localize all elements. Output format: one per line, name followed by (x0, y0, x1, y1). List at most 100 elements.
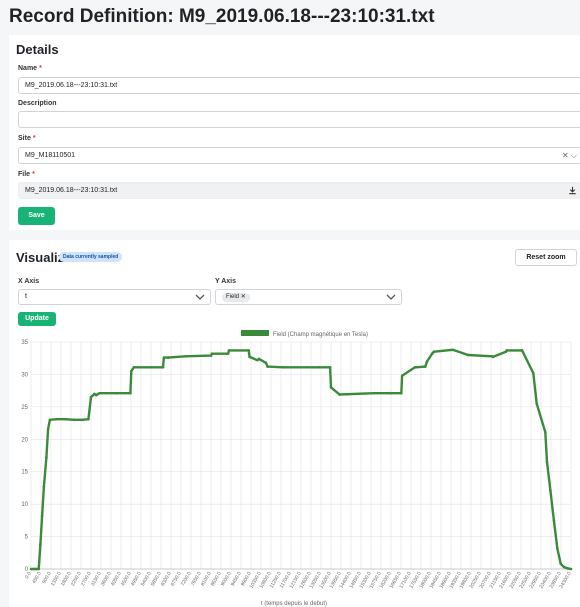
data-point[interactable] (63, 417, 67, 421)
data-point[interactable] (338, 393, 341, 396)
clear-and-chevron-icon[interactable]: ✕ ⌵ (562, 148, 577, 163)
description-label: Description (18, 100, 57, 107)
site-label: Site * (18, 135, 36, 142)
site-value: M9_M18110501 (25, 152, 76, 159)
data-point[interactable] (266, 365, 269, 368)
data-point[interactable] (432, 350, 436, 354)
data-point[interactable] (399, 391, 403, 395)
y-axis-label: Y Axis (215, 278, 237, 285)
data-point[interactable] (566, 567, 569, 570)
data-point[interactable] (451, 348, 455, 352)
y-tick-label: 20 (21, 437, 28, 443)
data-point[interactable] (34, 567, 38, 571)
data-point[interactable] (37, 567, 41, 571)
data-point[interactable] (531, 371, 535, 375)
x-axis-title: t (temps depuis le debut) (261, 601, 327, 607)
data-point[interactable] (72, 418, 76, 422)
data-point[interactable] (248, 355, 251, 359)
data-point[interactable] (562, 565, 566, 569)
chevron-down-icon (195, 294, 205, 300)
data-point[interactable] (430, 352, 434, 355)
data-point[interactable] (423, 365, 427, 368)
name-input[interactable]: M9_2019.06.18---23:10:31.txt (18, 77, 580, 94)
data-point[interactable] (129, 391, 132, 395)
data-point[interactable] (549, 489, 552, 492)
field-chip[interactable]: Field ✕ (222, 293, 250, 302)
data-point[interactable] (162, 356, 166, 359)
data-point[interactable] (505, 349, 509, 352)
site-select[interactable]: M9_M18110501 ✕ ⌵ (18, 147, 580, 164)
data-point[interactable] (257, 357, 261, 361)
data-point[interactable] (132, 365, 136, 369)
legend-swatch[interactable] (241, 330, 269, 336)
data-point[interactable] (414, 365, 418, 369)
chevron-down-icon (386, 294, 396, 300)
data-point[interactable] (559, 562, 563, 566)
data-point[interactable] (210, 352, 214, 355)
data-point[interactable] (94, 393, 98, 397)
data-point[interactable] (328, 365, 332, 369)
data-point[interactable] (400, 374, 404, 378)
save-button[interactable]: Save (18, 207, 55, 225)
y-tick-label: 5 (25, 535, 29, 541)
reset-zoom-button[interactable]: Reset zoom (515, 249, 577, 266)
visualize-card: Visualize Data currently sampled Reset z… (9, 240, 580, 607)
y-tick-label: 30 (21, 372, 28, 378)
data-point[interactable] (372, 391, 376, 395)
data-point[interactable] (48, 418, 52, 422)
data-point[interactable] (569, 567, 573, 571)
data-point[interactable] (166, 356, 170, 359)
data-point[interactable] (247, 349, 251, 352)
x-axis-label: X Axis (18, 278, 40, 285)
file-label: File * (18, 171, 35, 178)
x-axis-value: t (25, 293, 27, 300)
data-point[interactable] (281, 365, 285, 369)
data-point[interactable] (129, 369, 133, 373)
data-point[interactable] (491, 355, 495, 359)
data-point[interactable] (55, 417, 59, 421)
data-point[interactable] (40, 514, 44, 518)
data-point[interactable] (264, 361, 268, 365)
data-point[interactable] (425, 360, 429, 363)
data-point[interactable] (87, 417, 90, 421)
data-point[interactable] (552, 519, 556, 522)
data-point[interactable] (555, 546, 559, 550)
field-line-chart[interactable]: Field (Champ magnétique en Tesla) 051015… (9, 327, 580, 607)
y-tick-label: 35 (21, 340, 28, 346)
chip-remove-icon[interactable]: ✕ (241, 294, 246, 300)
data-point[interactable] (46, 427, 50, 431)
data-point[interactable] (149, 365, 153, 369)
y-tick-label: 15 (21, 470, 28, 476)
data-point[interactable] (183, 354, 187, 358)
data-point[interactable] (535, 402, 539, 405)
data-point[interactable] (39, 543, 42, 546)
data-point[interactable] (520, 349, 524, 352)
legend-label[interactable]: Field (Champ magnétique en Tesla) (273, 332, 368, 338)
data-point[interactable] (115, 391, 119, 395)
y-axis-select[interactable]: Field ✕ (215, 289, 402, 305)
data-point[interactable] (227, 349, 231, 352)
data-point[interactable] (89, 395, 93, 399)
data-point[interactable] (466, 353, 470, 357)
data-point[interactable] (45, 456, 48, 459)
data-point[interactable] (545, 460, 549, 464)
data-point[interactable] (389, 391, 393, 395)
data-point[interactable] (98, 391, 101, 395)
description-input[interactable] (18, 111, 580, 128)
data-point[interactable] (81, 418, 84, 422)
update-button[interactable]: Update (18, 312, 56, 326)
data-point[interactable] (226, 352, 230, 355)
data-point[interactable] (317, 365, 321, 369)
data-point[interactable] (42, 485, 46, 488)
data-point[interactable] (329, 386, 333, 389)
details-card: Details Name * M9_2019.06.18---23:10:31.t… (9, 35, 580, 230)
data-point[interactable] (543, 430, 547, 434)
data-point[interactable] (29, 567, 33, 571)
x-axis-select[interactable]: t (18, 289, 211, 305)
data-point[interactable] (161, 365, 165, 369)
y-tick-label: 25 (21, 405, 28, 411)
download-icon[interactable] (568, 183, 577, 200)
page-title: Record Definition: M9_2019.06.18---23:10… (9, 6, 435, 27)
data-point[interactable] (32, 567, 35, 571)
details-title: Details (16, 42, 59, 57)
